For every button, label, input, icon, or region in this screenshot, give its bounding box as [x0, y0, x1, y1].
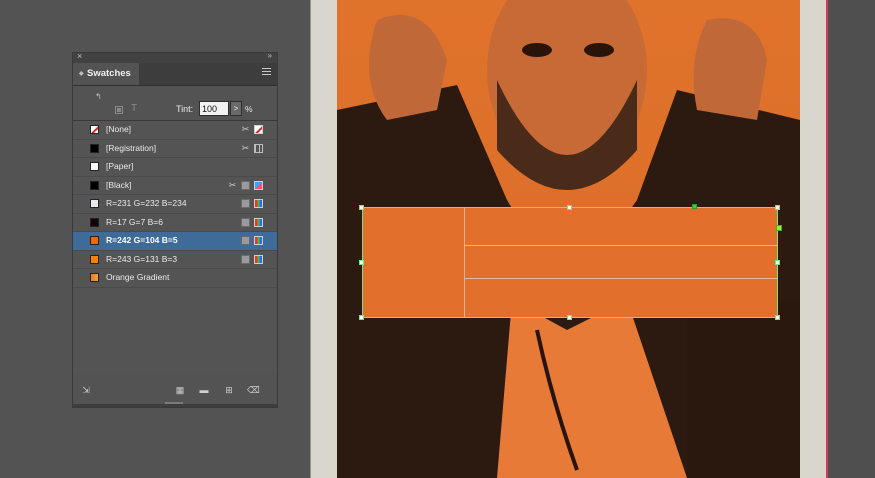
swatch-row[interactable]: R=243 G=131 B=3 [73, 251, 277, 269]
table-row-divider [464, 245, 777, 246]
process-color-icon [241, 217, 250, 227]
selection-handle-bottom[interactable] [567, 315, 572, 320]
swatch-row[interactable]: [Paper] [73, 158, 277, 177]
new-color-group-icon[interactable]: ⇲ [81, 386, 91, 395]
table-column-divider [464, 208, 465, 317]
panel-menu-icon[interactable] [262, 68, 271, 76]
swatch-name: [Black] [106, 179, 132, 190]
swatch-row[interactable]: R=17 G=7 B=6 [73, 214, 277, 232]
swatch-name: R=17 G=7 B=6 [106, 216, 163, 227]
swatch-options-icon[interactable]: ▦ [175, 386, 185, 395]
swatch-name: R=243 G=131 B=3 [106, 253, 178, 264]
swatch-name: [Paper] [106, 161, 134, 171]
swatch-name: Orange Gradient [106, 272, 170, 282]
tab-label: Swatches [87, 68, 131, 79]
pasteboard [828, 0, 875, 478]
tint-label: Tint: [176, 104, 194, 114]
swatch-color-chip [90, 143, 99, 153]
selection-handle-top-right[interactable] [775, 205, 780, 210]
selection-handle-green[interactable] [692, 204, 697, 209]
formatting-container-icon[interactable] [115, 106, 123, 114]
swatch-color-chip [90, 180, 99, 190]
swatch-color-chip [90, 199, 99, 208]
selection-handle-right[interactable] [775, 260, 780, 265]
panel-collapse-icon[interactable]: » [268, 51, 273, 60]
swatch-color-chip [90, 236, 99, 245]
swatch-color-chip [90, 125, 99, 134]
swatch-row[interactable]: [Registration] ✂ [73, 140, 277, 158]
selection-handle-top[interactable] [567, 205, 572, 210]
rgb-mode-icon [254, 217, 263, 227]
swatch-name: [Registration] [106, 142, 157, 153]
swatch-color-chip [90, 217, 99, 227]
swatch-row[interactable]: R=231 G=232 B=234 [73, 195, 277, 214]
panel-tab-row: ◆ Swatches [73, 63, 277, 86]
selection-handle-bottom-left[interactable] [359, 315, 364, 320]
swatch-name: R=231 G=232 B=234 [106, 198, 187, 208]
selection-handle-left[interactable] [359, 260, 364, 265]
table-row-divider [464, 278, 777, 279]
rgb-mode-icon [254, 236, 263, 245]
swatch-color-chip [90, 162, 99, 171]
swatch-list: [None] ✂ [Registration] ✂ [Paper] [Black] ✂ R=2… [73, 120, 277, 373]
swatch-name: R=242 G=104 B=5 [106, 235, 178, 245]
no-edit-icon: ✂ [241, 142, 250, 153]
tab-swatches[interactable]: ◆ Swatches [73, 63, 139, 85]
selection-handle-top-left[interactable] [359, 205, 364, 210]
process-color-icon [241, 199, 250, 208]
rgb-mode-icon [254, 254, 263, 264]
swatch-row[interactable]: [Black] ✂ [73, 177, 277, 195]
tint-dropdown-button[interactable]: > [230, 101, 242, 116]
swatch-row[interactable]: R=242 G=104 B=5 [73, 232, 277, 251]
selected-table-frame[interactable] [362, 207, 778, 318]
swatch-color-chip [90, 273, 99, 282]
registration-mode-icon [254, 143, 263, 153]
trash-icon[interactable]: ⌫ [247, 386, 260, 395]
process-color-icon [241, 236, 250, 245]
cmyk-mode-icon [254, 180, 263, 190]
fill-stroke-swap-icon[interactable]: ↰ [95, 92, 102, 101]
panel-title-bar[interactable]: × » [73, 51, 277, 63]
panel-bottom-edge [73, 404, 277, 407]
process-color-icon [241, 254, 250, 264]
formatting-text-icon[interactable]: T [131, 103, 137, 114]
tint-unit: % [245, 104, 253, 114]
folder-icon[interactable]: ▬ [199, 386, 209, 395]
no-edit-icon: ✂ [228, 179, 237, 190]
none-color-mode-icon [254, 125, 263, 134]
swatches-panel: × » ◆ Swatches ↰ T Tint: > % [None]✂[Reg… [72, 51, 278, 408]
selection-handle-bottom-right[interactable] [775, 315, 780, 320]
panel-footer: ⇲ ▦ ▬ ⊞ ⌫ [73, 383, 277, 399]
swatch-name: [None] [106, 124, 132, 134]
rgb-mode-icon [254, 199, 263, 208]
process-color-icon [241, 180, 250, 190]
no-edit-icon: ✂ [241, 124, 250, 134]
tab-toggle-icon[interactable]: ◆ [79, 63, 84, 85]
out-port-handle[interactable] [776, 225, 782, 231]
panel-close-icon[interactable]: × [77, 51, 82, 61]
swatch-color-chip [90, 254, 99, 264]
swatch-row[interactable]: Orange Gradient [73, 269, 277, 288]
new-swatch-icon[interactable]: ⊞ [224, 386, 234, 395]
tint-input[interactable] [199, 101, 229, 116]
swatch-row[interactable]: [None] ✂ [73, 121, 277, 140]
